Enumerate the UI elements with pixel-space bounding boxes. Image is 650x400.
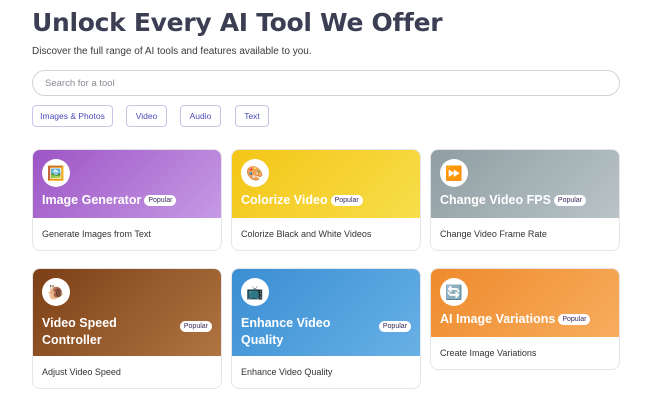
card-header: 📺 Enhance Video Quality Popular [232, 269, 420, 356]
card-header: 🖼️ Image Generator Popular [33, 150, 221, 218]
tool-card-change-video-fps[interactable]: ⏩ Change Video FPS Popular Change Video F… [430, 149, 620, 251]
card-description: Change Video Frame Rate [440, 229, 547, 239]
page-subtitle: Discover the full range of AI tools and … [32, 46, 312, 57]
filter-images-photos[interactable]: Images & Photos [32, 105, 113, 127]
card-title: AI Image Variations Popular [440, 311, 591, 328]
tool-card-image-generator[interactable]: 🖼️ Image Generator Popular Generate Image… [32, 149, 222, 251]
card-header: 🐌 Video Speed Controller Popular [33, 269, 221, 356]
card-header: 🎨 Colorize Video Popular [232, 150, 420, 218]
card-title: Enhance Video Quality [241, 316, 331, 347]
picture-icon: 🖼️ [42, 159, 70, 187]
popular-badge: Popular [179, 321, 212, 332]
popular-badge: Popular [330, 195, 363, 206]
card-description: Generate Images from Text [42, 229, 151, 239]
page-title: Unlock Every AI Tool We Offer [32, 8, 443, 37]
tool-card-enhance-video-quality[interactable]: 📺 Enhance Video Quality Popular Enhance … [231, 268, 421, 389]
tool-card-video-speed-controller[interactable]: 🐌 Video Speed Controller Popular Adjust … [32, 268, 222, 389]
popular-badge: Popular [558, 314, 591, 325]
tool-card-colorize-video[interactable]: 🎨 Colorize Video Popular Colorize Black a… [231, 149, 421, 251]
card-description: Adjust Video Speed [42, 367, 121, 377]
card-description: Colorize Black and White Videos [241, 229, 372, 239]
palette-icon: 🎨 [241, 159, 269, 187]
filter-text[interactable]: Text [235, 105, 269, 127]
card-title: Change Video FPS Popular [440, 192, 587, 209]
filter-audio[interactable]: Audio [180, 105, 221, 127]
filter-video[interactable]: Video [126, 105, 167, 127]
snail-icon: 🐌 [42, 278, 70, 306]
card-description: Create Image Variations [440, 348, 537, 358]
card-title: Video Speed Controller [42, 316, 117, 347]
card-description: Enhance Video Quality [241, 367, 333, 377]
refresh-image-icon: 🔄 [440, 278, 468, 306]
popular-badge: Popular [378, 321, 411, 332]
card-header: 🔄 AI Image Variations Popular [431, 269, 619, 337]
search-input[interactable] [32, 70, 620, 96]
popular-badge: Popular [553, 195, 587, 206]
card-title: Image Generator Popular [42, 192, 177, 209]
fast-forward-icon: ⏩ [440, 159, 468, 187]
card-header: ⏩ Change Video FPS Popular [431, 150, 619, 218]
tv-icon: 📺 [241, 278, 269, 306]
tool-card-ai-image-variations[interactable]: 🔄 AI Image Variations Popular Create Imag… [430, 268, 620, 370]
card-title: Colorize Video Popular [241, 192, 363, 209]
popular-badge: Popular [144, 195, 177, 206]
